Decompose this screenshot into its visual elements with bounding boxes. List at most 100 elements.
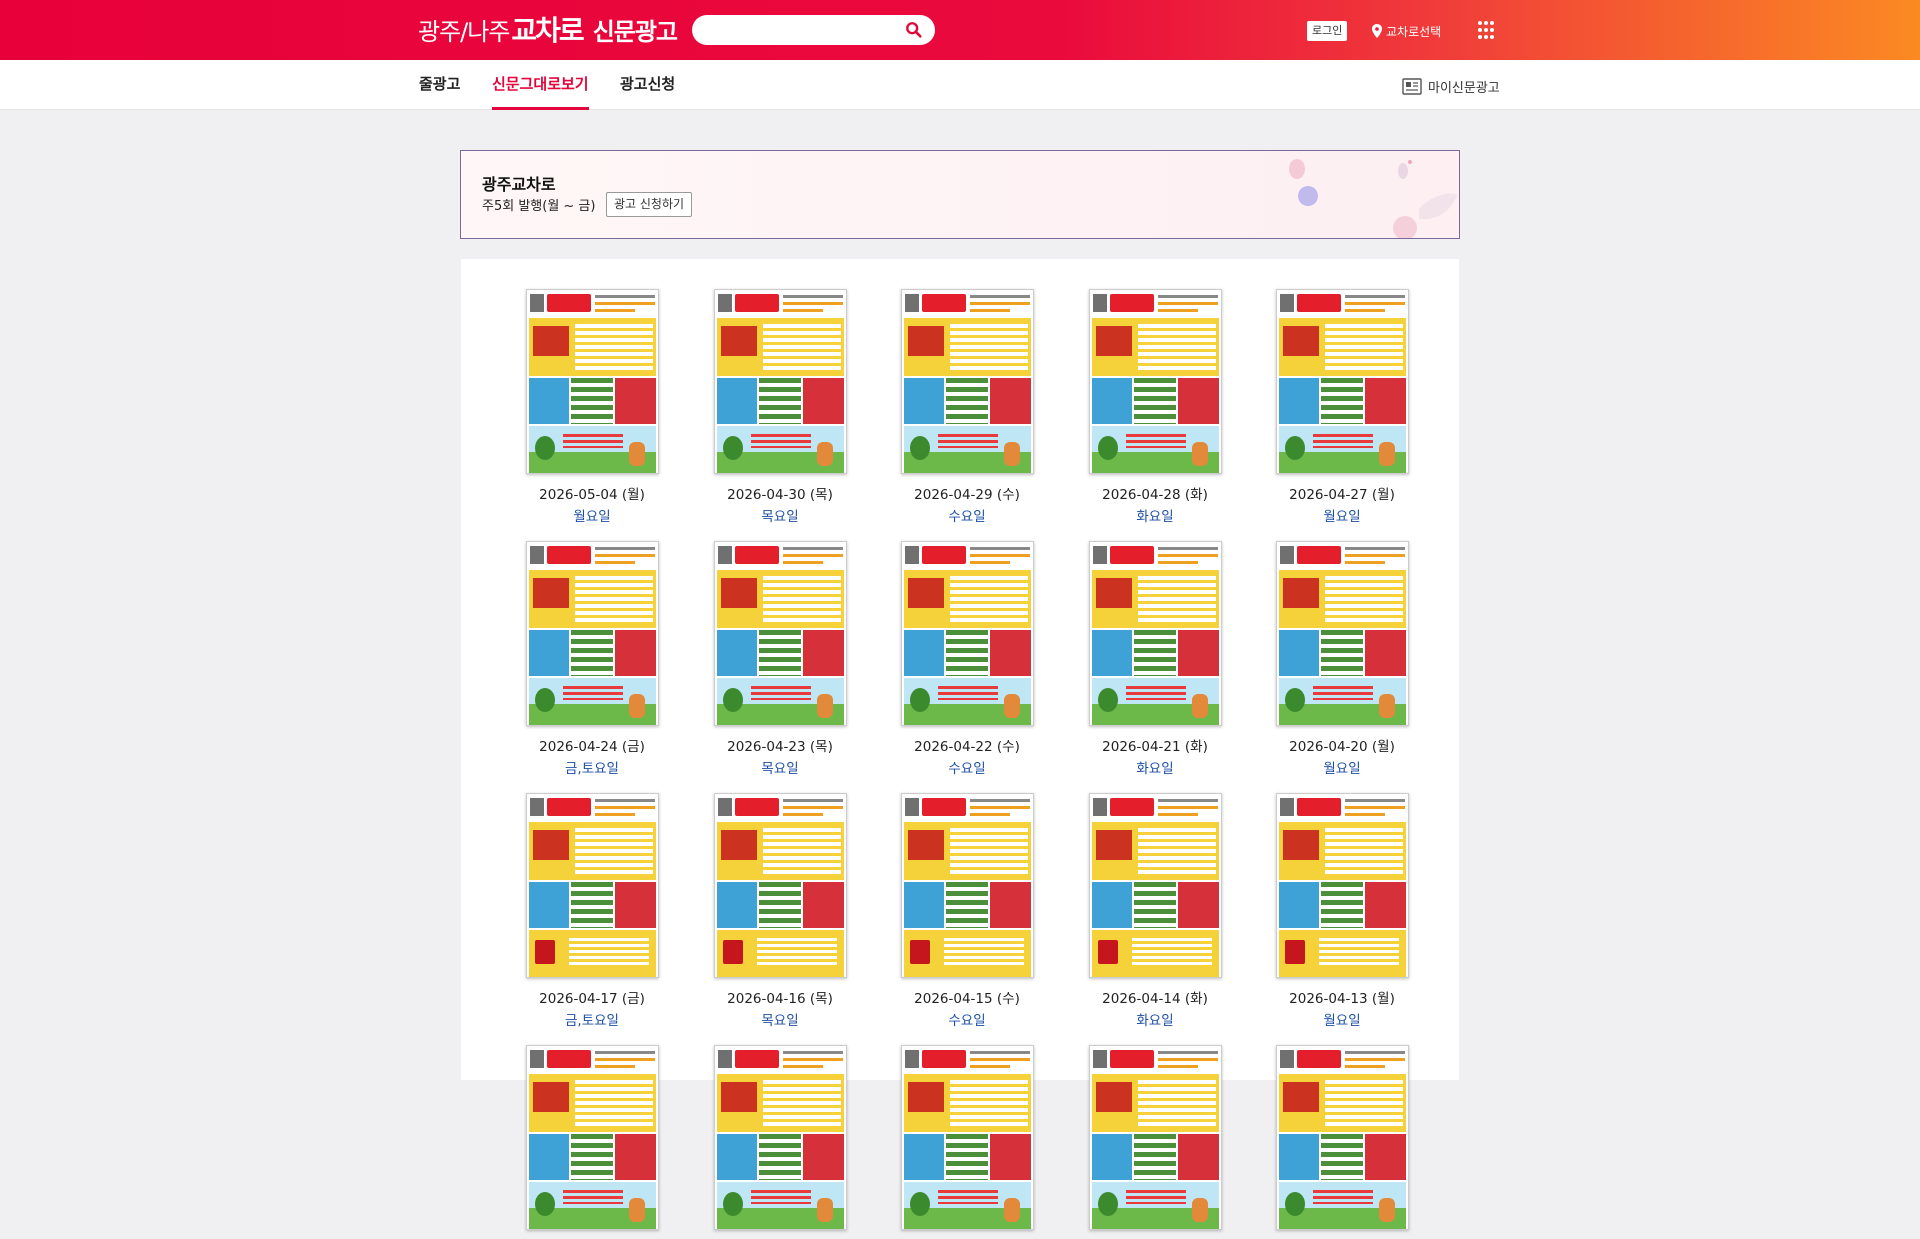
newspaper-thumbnail[interactable] [1275, 793, 1409, 978]
issue-weekday[interactable]: 월요일 [1262, 757, 1422, 777]
newspaper-issue-item[interactable] [700, 1045, 860, 1239]
newspaper-issue-item[interactable] [1075, 1045, 1235, 1239]
tab-line-ads[interactable]: 줄광고 [419, 60, 460, 110]
thumb-middle-ads [903, 1134, 1031, 1180]
thumb-top-ad [1278, 318, 1406, 376]
newspaper-issue-item[interactable]: 2026-04-23 (목) 목요일 [700, 541, 860, 777]
newspaper-issue-item[interactable]: 2026-04-29 (수) 수요일 [887, 289, 1047, 525]
issue-date[interactable]: 2026-04-13 (월) [1262, 987, 1422, 1007]
newspaper-issue-item[interactable]: 2026-04-13 (월) 월요일 [1262, 793, 1422, 1029]
issue-date[interactable]: 2026-04-17 (금) [512, 987, 672, 1007]
newspaper-issue-item[interactable]: 2026-05-04 (월) 월요일 [512, 289, 672, 525]
thumb-masthead [1089, 290, 1221, 316]
newspaper-issue-item[interactable] [512, 1045, 672, 1239]
issue-date[interactable]: 2026-04-20 (월) [1262, 735, 1422, 755]
newspaper-issue-item[interactable]: 2026-04-30 (목) 목요일 [700, 289, 860, 525]
newspaper-issue-item[interactable] [1262, 1045, 1422, 1239]
newspaper-thumbnail[interactable] [525, 289, 659, 474]
newspaper-issue-item[interactable]: 2026-04-20 (월) 월요일 [1262, 541, 1422, 777]
issue-date[interactable]: 2026-04-23 (목) [700, 735, 860, 755]
top-header: 광주/나주 교차로 신문광고 로그인 교차로선택 [0, 0, 1920, 60]
login-button[interactable]: 로그인 [1307, 21, 1348, 41]
issue-date[interactable]: 2026-04-27 (월) [1262, 483, 1422, 503]
thumb-bottom-ad [1278, 678, 1406, 725]
newspaper-thumbnail[interactable] [1275, 541, 1409, 726]
location-select-button[interactable]: 교차로선택 [1371, 21, 1441, 41]
newspaper-thumbnail[interactable] [525, 541, 659, 726]
issue-weekday[interactable]: 목요일 [700, 757, 860, 777]
issue-weekday[interactable]: 수요일 [887, 757, 1047, 777]
newspaper-thumbnail[interactable] [1088, 793, 1222, 978]
newspaper-thumbnail[interactable] [713, 289, 847, 474]
newspaper-issue-item[interactable]: 2026-04-14 (화) 화요일 [1075, 793, 1235, 1029]
thumb-bottom-ad [1278, 426, 1406, 473]
newspaper-issue-item[interactable] [887, 1045, 1047, 1239]
issue-weekday[interactable]: 월요일 [1262, 1009, 1422, 1029]
newspaper-thumbnail[interactable] [900, 541, 1034, 726]
issue-weekday[interactable]: 화요일 [1075, 757, 1235, 777]
issue-date[interactable]: 2026-04-14 (화) [1075, 987, 1235, 1007]
issue-weekday[interactable]: 금,토요일 [512, 1009, 672, 1029]
thumb-bottom-ad [528, 426, 656, 473]
newspaper-thumbnail[interactable] [525, 1045, 659, 1230]
newspaper-thumbnail[interactable] [900, 1045, 1034, 1230]
publication-banner: 광주교차로 주5회 발행(월 ~ 금) 광고 신청하기 [460, 150, 1460, 239]
newspaper-issue-item[interactable]: 2026-04-17 (금) 금,토요일 [512, 793, 672, 1029]
issue-date[interactable]: 2026-04-15 (수) [887, 987, 1047, 1007]
newspaper-thumbnail[interactable] [713, 1045, 847, 1230]
newspaper-issue-item[interactable]: 2026-04-27 (월) 월요일 [1262, 289, 1422, 525]
newspaper-issue-item[interactable]: 2026-04-16 (목) 목요일 [700, 793, 860, 1029]
issue-date[interactable]: 2026-04-16 (목) [700, 987, 860, 1007]
issue-weekday[interactable]: 월요일 [512, 505, 672, 525]
thumb-middle-ads [528, 1134, 656, 1180]
issue-weekday[interactable]: 목요일 [700, 1009, 860, 1029]
newspaper-issue-item[interactable]: 2026-04-28 (화) 화요일 [1075, 289, 1235, 525]
issue-date[interactable]: 2026-04-30 (목) [700, 483, 860, 503]
ad-apply-button[interactable]: 광고 신청하기 [606, 192, 693, 217]
newspaper-thumbnail[interactable] [900, 289, 1034, 474]
newspaper-thumbnail[interactable] [900, 793, 1034, 978]
thumb-bottom-ad [716, 678, 844, 725]
issue-date[interactable]: 2026-04-29 (수) [887, 483, 1047, 503]
newspaper-thumbnail[interactable] [713, 793, 847, 978]
my-newspaper-ad-link[interactable]: 마이신문광고 [1402, 76, 1500, 96]
newspaper-thumbnail[interactable] [525, 793, 659, 978]
site-logo[interactable]: 광주/나주 교차로 신문광고 [418, 11, 678, 47]
search-input[interactable] [704, 19, 894, 41]
newspaper-issue-item[interactable]: 2026-04-21 (화) 화요일 [1075, 541, 1235, 777]
tab-ad-request[interactable]: 광고신청 [620, 60, 675, 110]
issue-weekday[interactable]: 수요일 [887, 1009, 1047, 1029]
thumb-middle-ads [1091, 630, 1219, 676]
thumb-bottom-ad [716, 1182, 844, 1229]
newspaper-issue-item[interactable]: 2026-04-22 (수) 수요일 [887, 541, 1047, 777]
search-icon[interactable] [905, 21, 923, 39]
thumb-middle-ads [528, 882, 656, 928]
newspaper-thumbnail[interactable] [1088, 289, 1222, 474]
apps-grid-icon[interactable] [1477, 20, 1495, 40]
issue-weekday[interactable]: 화요일 [1075, 1009, 1235, 1029]
newspaper-thumbnail[interactable] [713, 541, 847, 726]
thumb-middle-ads [903, 882, 1031, 928]
issue-date[interactable]: 2026-04-28 (화) [1075, 483, 1235, 503]
newspaper-issue-item[interactable]: 2026-04-24 (금) 금,토요일 [512, 541, 672, 777]
newspaper-thumbnail[interactable] [1088, 541, 1222, 726]
issue-date[interactable]: 2026-04-24 (금) [512, 735, 672, 755]
newspaper-thumbnail[interactable] [1275, 289, 1409, 474]
thumb-top-ad [528, 822, 656, 880]
thumb-top-ad [903, 822, 1031, 880]
thumb-masthead [714, 1046, 846, 1072]
newspaper-thumbnail[interactable] [1275, 1045, 1409, 1230]
newspaper-thumbnail[interactable] [1088, 1045, 1222, 1230]
issue-weekday[interactable]: 금,토요일 [512, 757, 672, 777]
thumb-top-ad [1091, 822, 1219, 880]
thumb-top-ad [528, 570, 656, 628]
issue-weekday[interactable]: 화요일 [1075, 505, 1235, 525]
newspaper-issue-item[interactable]: 2026-04-15 (수) 수요일 [887, 793, 1047, 1029]
issue-weekday[interactable]: 목요일 [700, 505, 860, 525]
issue-date[interactable]: 2026-05-04 (월) [512, 483, 672, 503]
issue-weekday[interactable]: 월요일 [1262, 505, 1422, 525]
issue-date[interactable]: 2026-04-22 (수) [887, 735, 1047, 755]
tab-newspaper-view[interactable]: 신문그대로보기 [492, 60, 589, 110]
issue-date[interactable]: 2026-04-21 (화) [1075, 735, 1235, 755]
issue-weekday[interactable]: 수요일 [887, 505, 1047, 525]
